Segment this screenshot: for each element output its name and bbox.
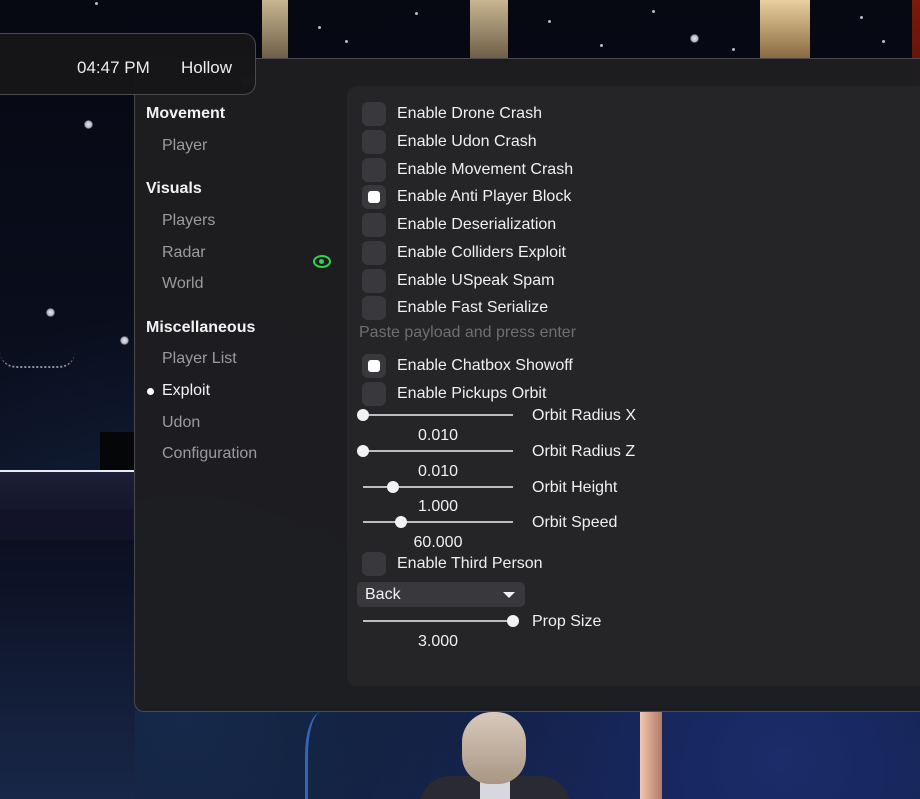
checkbox-label: Enable Drone Crash	[397, 105, 542, 122]
slider-track	[363, 486, 513, 488]
sidebar-item-player-list[interactable]: Player List	[162, 350, 237, 368]
dropdown-value: Back	[365, 586, 401, 603]
ceiling-light	[760, 0, 810, 58]
checkbox[interactable]	[362, 130, 386, 154]
sidebar: Movement Player Visuals Players Radar Wo…	[135, 59, 345, 711]
checkbox[interactable]	[362, 213, 386, 237]
sidebar-item-players[interactable]: Players	[162, 212, 215, 230]
checkbox-label: Enable Chatbox Showoff	[397, 357, 573, 374]
sidebar-item-udon[interactable]: Udon	[162, 414, 200, 432]
sidebar-item-radar[interactable]: Radar	[162, 244, 206, 262]
orbit-height-slider[interactable]	[363, 480, 513, 494]
stage-base	[0, 510, 135, 540]
player-avatar	[420, 712, 570, 799]
slider-knob[interactable]	[357, 409, 369, 421]
star	[652, 10, 655, 13]
star	[690, 34, 699, 43]
sidebar-item-label: Exploit	[162, 382, 211, 399]
checkbox-label: Enable Fast Serialize	[397, 299, 549, 316]
slider-knob[interactable]	[387, 481, 399, 493]
star	[415, 12, 418, 15]
slider-label: Orbit Height	[532, 479, 618, 496]
star	[84, 120, 93, 129]
checkbox-label: Enable Udon Crash	[397, 133, 537, 150]
checkbox-label: Enable Third Person	[397, 555, 543, 572]
slider-label: Orbit Radius X	[532, 407, 637, 424]
slider-value: 60.000	[413, 534, 463, 551]
checkbox[interactable]	[362, 382, 386, 406]
sidebar-item-configuration[interactable]: Configuration	[162, 445, 257, 463]
sidebar-item-exploit[interactable]: Exploit	[147, 382, 211, 400]
clock: 04:47 PM	[77, 58, 150, 77]
checkbox-label: Enable Pickups Orbit	[397, 385, 547, 402]
star	[318, 26, 321, 29]
star	[548, 20, 551, 23]
sidebar-category-movement[interactable]: Movement	[146, 105, 225, 123]
orbit-radius-z-slider[interactable]	[357, 444, 513, 458]
slider-track	[363, 450, 513, 452]
slider-label: Orbit Speed	[532, 514, 618, 531]
checkbox-label: Enable Colliders Exploit	[397, 244, 566, 261]
top-status-bar: 04:47 PM Hollow	[0, 33, 256, 95]
checkbox-label: Enable Deserialization	[397, 216, 557, 233]
exploit-panel: Enable Drone Crash Enable Udon Crash Ena…	[347, 86, 920, 686]
sidebar-item-player[interactable]: Player	[162, 137, 207, 155]
decor-wave	[0, 352, 75, 368]
eye-icon[interactable]	[313, 255, 331, 268]
sidebar-category-visuals[interactable]: Visuals	[146, 180, 202, 198]
star	[860, 16, 863, 19]
checkbox[interactable]	[362, 102, 386, 126]
slider-value: 0.010	[417, 427, 459, 444]
slider-track	[363, 521, 513, 523]
slider-label: Orbit Radius Z	[532, 443, 636, 460]
checkbox-label: Enable USpeak Spam	[397, 272, 555, 289]
slider-value: 3.000	[417, 633, 459, 650]
neon-line	[305, 712, 338, 799]
chevron-down-icon	[503, 592, 515, 598]
sidebar-item-world[interactable]: World	[162, 275, 204, 293]
star	[46, 308, 55, 317]
active-indicator	[147, 388, 154, 395]
cheat-menu-window: al Movement Player Visuals Players Radar…	[134, 58, 920, 712]
checkbox[interactable]	[362, 158, 386, 182]
ceiling-light	[262, 0, 288, 58]
slider-knob[interactable]	[507, 615, 519, 627]
checkbox[interactable]	[362, 354, 386, 378]
pillar	[640, 712, 662, 799]
checkbox[interactable]	[362, 552, 386, 576]
avatar-head	[462, 712, 526, 784]
slider-value: 1.000	[417, 498, 459, 515]
ceiling-light	[470, 0, 508, 58]
checkbox[interactable]	[362, 185, 386, 209]
checkbox-label: Enable Movement Crash	[397, 161, 574, 178]
prop-size-slider[interactable]	[363, 614, 519, 628]
checkbox[interactable]	[362, 241, 386, 265]
star	[600, 44, 603, 47]
star	[345, 40, 348, 43]
sidebar-category-miscellaneous[interactable]: Miscellaneous	[146, 319, 255, 337]
slider-value: 0.010	[417, 463, 459, 480]
star	[120, 336, 129, 345]
star	[732, 48, 735, 51]
floor	[0, 540, 135, 799]
checkbox-label: Enable Anti Player Block	[397, 188, 572, 205]
slider-knob[interactable]	[357, 445, 369, 457]
payload-input[interactable]	[359, 322, 659, 344]
orbit-speed-slider[interactable]	[363, 515, 513, 529]
camera-position-dropdown[interactable]: Back	[357, 582, 525, 607]
checkbox[interactable]	[362, 296, 386, 320]
star	[95, 2, 98, 5]
orbit-radius-x-slider[interactable]	[357, 408, 513, 422]
slider-track	[363, 620, 513, 622]
username: Hollow	[181, 58, 233, 77]
slider-label: Prop Size	[532, 613, 602, 630]
checkbox[interactable]	[362, 269, 386, 293]
slider-track	[363, 414, 513, 416]
star	[882, 40, 885, 43]
slider-knob[interactable]	[394, 516, 407, 528]
